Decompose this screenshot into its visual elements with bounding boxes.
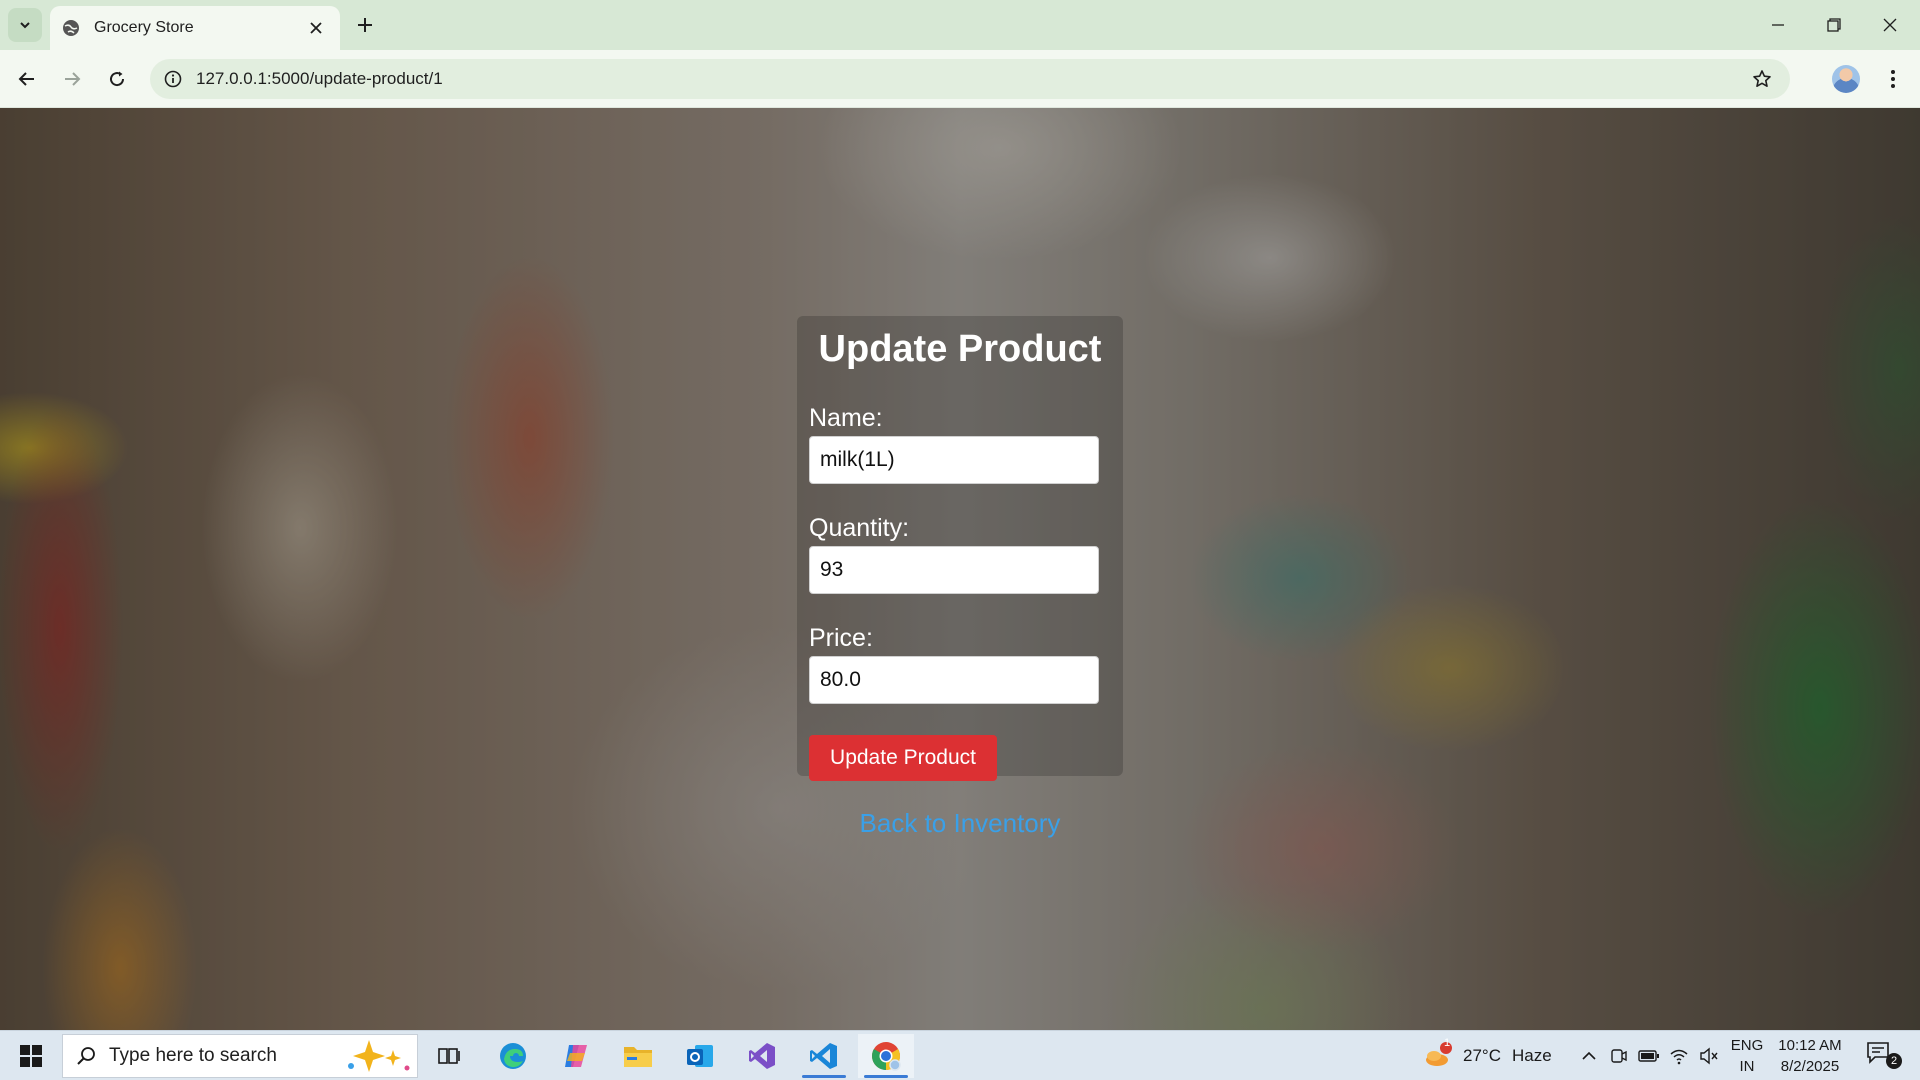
browser-tab-strip: Grocery Store: [0, 0, 1920, 50]
taskbar-outlook[interactable]: [672, 1034, 728, 1078]
new-tab-button[interactable]: [350, 10, 380, 40]
sparkle-icon: [348, 1040, 410, 1072]
tab-close-icon[interactable]: [304, 16, 328, 40]
notification-center-button[interactable]: 2: [1866, 1041, 1902, 1071]
browser-toolbar: 127.0.0.1:5000/update-product/1: [0, 50, 1920, 108]
name-label: Name:: [809, 404, 883, 432]
language-code: ENG: [1730, 1037, 1764, 1054]
battery-icon[interactable]: [1636, 1043, 1662, 1069]
restore-button[interactable]: [1806, 0, 1862, 50]
arrow-left-icon: [18, 72, 34, 86]
weather-description[interactable]: Haze: [1512, 1046, 1552, 1066]
volume-muted-icon[interactable]: [1696, 1043, 1722, 1069]
plus-icon: [358, 18, 372, 32]
windows-logo-icon: [20, 1045, 42, 1067]
quantity-label: Quantity:: [809, 514, 910, 542]
search-placeholder: Type here to search: [109, 1045, 277, 1066]
url-text[interactable]: 127.0.0.1:5000/update-product/1: [196, 69, 1744, 89]
weather-temperature[interactable]: 27°C: [1463, 1046, 1501, 1066]
browser-menu-button[interactable]: [1878, 64, 1908, 94]
start-button[interactable]: [8, 1037, 54, 1075]
taskbar-chrome[interactable]: [858, 1034, 914, 1078]
language-indicator[interactable]: ENG IN: [1727, 1035, 1767, 1077]
copilot-icon: [565, 1045, 587, 1067]
vscode-icon: [810, 1043, 837, 1069]
show-hidden-icons-chevron-icon[interactable]: [1576, 1043, 1602, 1069]
wifi-icon[interactable]: [1666, 1043, 1692, 1069]
reload-button[interactable]: [100, 62, 134, 96]
bookmark-star-icon[interactable]: [1744, 61, 1780, 97]
task-view-button[interactable]: [422, 1034, 478, 1078]
more-vertical-icon: [1891, 70, 1895, 88]
minimize-button[interactable]: [1750, 0, 1806, 50]
tab-title: Grocery Store: [94, 19, 194, 36]
page-title: Update Product: [818, 328, 1102, 370]
task-view-icon: [438, 1048, 460, 1064]
close-icon: [1883, 18, 1897, 32]
search-icon: [63, 1046, 109, 1066]
taskbar-file-explorer[interactable]: [610, 1034, 666, 1078]
forward-button[interactable]: [55, 62, 89, 96]
taskbar-search-box[interactable]: Type here to search: [62, 1034, 418, 1078]
clock-time: 10:12 AM: [1778, 1037, 1842, 1054]
visual-studio-icon: [749, 1043, 775, 1069]
page-viewport: Update Product Name: Quantity: Price: Up…: [0, 108, 1920, 1030]
name-input[interactable]: [809, 436, 1099, 484]
meet-now-icon[interactable]: [1606, 1043, 1632, 1069]
system-clock[interactable]: 10:12 AM 8/2/2025: [1768, 1035, 1852, 1077]
chevron-down-icon: [20, 22, 30, 29]
edge-icon: [500, 1043, 526, 1069]
language-region: IN: [1739, 1058, 1755, 1075]
chrome-icon: [872, 1042, 901, 1071]
taskbar-copilot[interactable]: [548, 1034, 604, 1078]
reload-icon: [110, 71, 125, 87]
restore-icon: [1827, 18, 1841, 32]
address-bar[interactable]: 127.0.0.1:5000/update-product/1: [150, 59, 1790, 99]
back-button[interactable]: [10, 62, 44, 96]
minimize-icon: [1772, 24, 1784, 26]
price-input[interactable]: [809, 656, 1099, 704]
taskbar-visual-studio[interactable]: [734, 1034, 790, 1078]
folder-icon: [624, 1047, 652, 1067]
browser-tab[interactable]: Grocery Store: [50, 6, 340, 50]
price-label: Price:: [809, 624, 873, 652]
profile-avatar[interactable]: [1832, 65, 1860, 93]
weather-alert-badge: 1: [1443, 1037, 1451, 1049]
outlook-icon: [687, 1045, 713, 1067]
taskbar-vscode[interactable]: [796, 1034, 852, 1078]
arrow-right-icon: [65, 72, 81, 86]
clock-date: 8/2/2025: [1780, 1058, 1840, 1075]
close-window-button[interactable]: [1862, 0, 1918, 50]
windows-taskbar: Type here to search 1 27°C Haze ENG IN 1…: [0, 1030, 1920, 1080]
site-info-icon[interactable]: [162, 68, 184, 90]
notification-count-badge: 2: [1886, 1053, 1902, 1069]
taskbar-edge[interactable]: [485, 1034, 541, 1078]
globe-icon: [63, 20, 79, 36]
tab-search-button[interactable]: [8, 8, 42, 42]
quantity-input[interactable]: [809, 546, 1099, 594]
back-to-inventory-link[interactable]: Back to Inventory: [797, 808, 1123, 839]
update-product-button[interactable]: Update Product: [809, 735, 997, 781]
